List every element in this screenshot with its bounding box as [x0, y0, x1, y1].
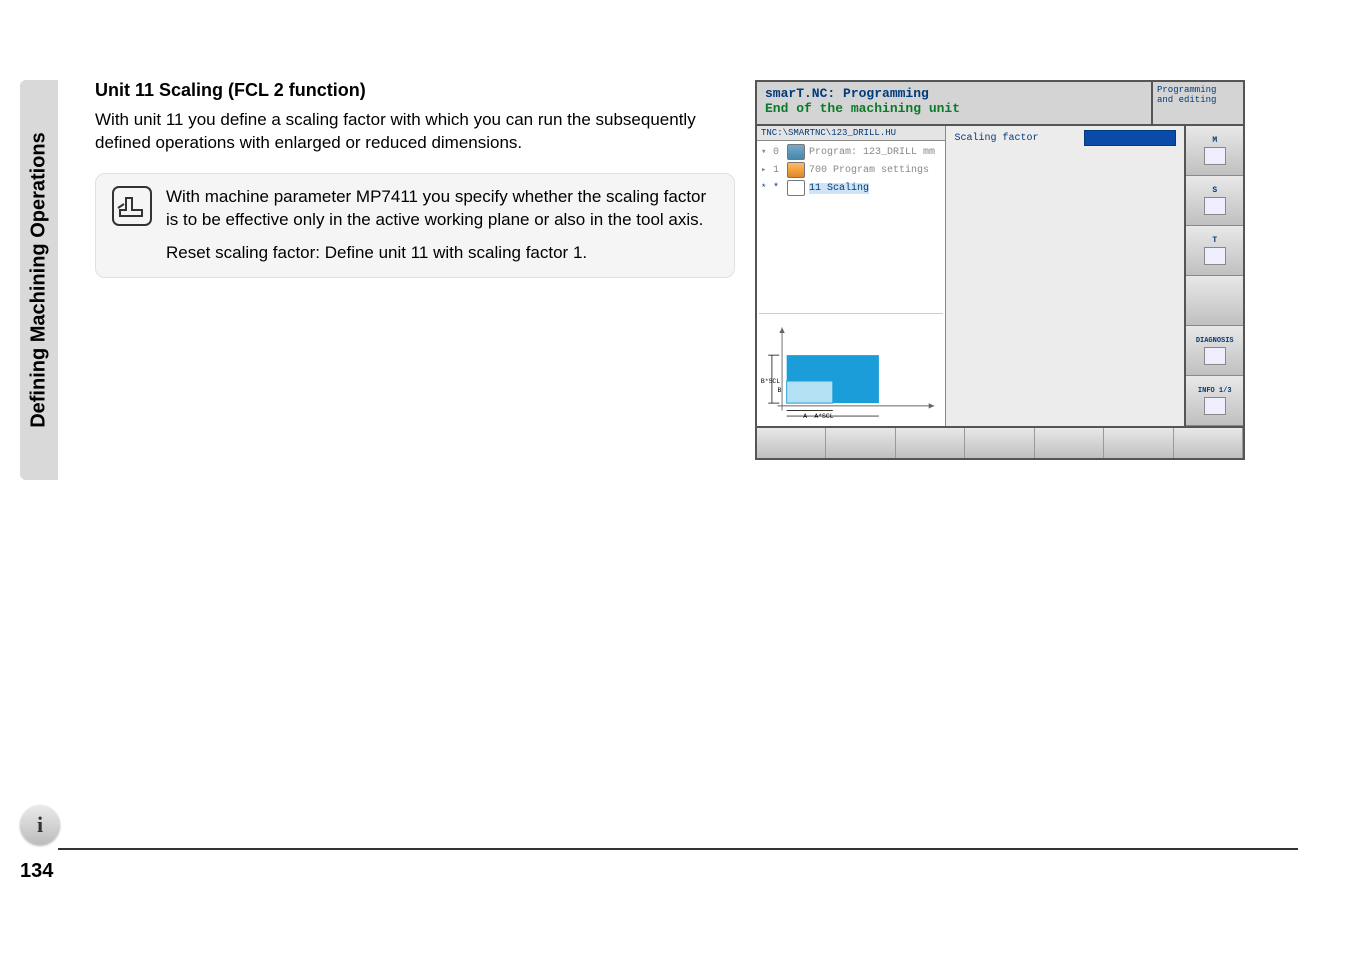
tree-idx: * [773, 183, 783, 194]
param-label: Scaling factor [954, 133, 1074, 144]
screen-footer-softkeys [757, 426, 1243, 458]
tree-marker-icon: * [761, 183, 769, 193]
s-icon [1204, 197, 1226, 215]
b-label: B [777, 387, 781, 394]
screen-param-panel: Scaling factor [946, 126, 1184, 426]
softkey-label: DIAGNOSIS [1196, 337, 1234, 345]
scaling-factor-input[interactable] [1084, 130, 1176, 146]
screen-softkey-column: M S T DIAGNOSIS INFO 1/3 [1184, 126, 1243, 426]
tree-row[interactable]: ▾ 0 Program: 123_DRILL mm [757, 143, 945, 161]
t-icon [1204, 247, 1226, 265]
ascl-label: A*SCL [814, 413, 833, 420]
scaling-icon [787, 180, 805, 196]
footer-softkey[interactable] [1104, 428, 1173, 458]
scaling-graphic: B*SCL B A A*SCL [759, 313, 943, 424]
footer-softkey[interactable] [965, 428, 1034, 458]
main-content: Unit 11 Scaling (FCL 2 function) With un… [95, 80, 735, 278]
softkey-label: S [1212, 186, 1217, 195]
softkey-m[interactable]: M [1186, 126, 1243, 176]
tree-idx: 0 [773, 147, 783, 158]
sidebar-tab: Defining Machining Operations [20, 80, 58, 480]
sidebar-title: Defining Machining Operations [28, 132, 51, 428]
footer-softkey[interactable] [896, 428, 965, 458]
m-icon [1204, 147, 1226, 165]
screen-path: TNC:\SMARTNC\123_DRILL.HU [757, 126, 945, 141]
diagnosis-icon [1204, 347, 1226, 365]
settings-icon [787, 162, 805, 178]
screen-mode-line2: and editing [1157, 96, 1239, 106]
footer-softkey[interactable] [1035, 428, 1104, 458]
softkey-s[interactable]: S [1186, 176, 1243, 226]
screen-title-line2: End of the machining unit [765, 101, 1143, 116]
softkey-label: INFO 1/3 [1198, 387, 1232, 395]
tree-label: 11 Scaling [809, 183, 869, 194]
tree-row[interactable]: * * 11 Scaling [757, 179, 945, 197]
tree-row[interactable]: ▸ 1 700 Program settings [757, 161, 945, 179]
tree-collapse-icon[interactable]: ▾ [761, 147, 769, 157]
screen-body: TNC:\SMARTNC\123_DRILL.HU ▾ 0 Program: 1… [757, 124, 1243, 426]
tree-idx: 1 [773, 165, 783, 176]
note-box: With machine parameter MP7411 you specif… [95, 173, 735, 278]
note-hand-icon [112, 186, 152, 226]
bscl-label: B*SCL [761, 378, 780, 385]
screen-mode: Programming and editing [1151, 82, 1243, 124]
screen-title-line1: smarT.NC: Programming [765, 86, 1143, 101]
program-tree: ▾ 0 Program: 123_DRILL mm ▸ 1 700 Progra… [757, 141, 945, 199]
tree-label: Program: 123_DRILL mm [809, 147, 935, 158]
info-icon [1204, 397, 1226, 415]
embedded-screenshot: smarT.NC: Programming End of the machini… [755, 80, 1245, 460]
info-bubble-icon: i [20, 805, 60, 845]
softkey-diagnosis[interactable]: DIAGNOSIS [1186, 326, 1243, 376]
footer-rule [58, 848, 1298, 850]
note-text: With machine parameter MP7411 you specif… [166, 186, 718, 265]
footer-softkey[interactable] [757, 428, 826, 458]
softkey-info[interactable]: INFO 1/3 [1186, 376, 1243, 426]
body-paragraph: With unit 11 you define a scaling factor… [95, 109, 735, 155]
softkey-label: T [1212, 236, 1217, 245]
softkey-label: M [1212, 136, 1217, 145]
screen-tree-panel: TNC:\SMARTNC\123_DRILL.HU ▾ 0 Program: 1… [757, 126, 946, 426]
softkey-t[interactable]: T [1186, 226, 1243, 276]
footer-softkey[interactable] [1174, 428, 1243, 458]
tree-marker-icon: ▸ [761, 165, 769, 175]
screen-headerbar: smarT.NC: Programming End of the machini… [757, 82, 1243, 124]
page-number: 134 [20, 860, 53, 883]
program-icon [787, 144, 805, 160]
softkey-blank[interactable] [1186, 276, 1243, 326]
footer-softkey[interactable] [826, 428, 895, 458]
section-heading: Unit 11 Scaling (FCL 2 function) [95, 80, 735, 101]
screen-title: smarT.NC: Programming End of the machini… [757, 82, 1151, 124]
note-p1: With machine parameter MP7411 you specif… [166, 186, 718, 232]
note-p2: Reset scaling factor: Define unit 11 wit… [166, 242, 718, 265]
param-row: Scaling factor [946, 126, 1184, 150]
tree-label: 700 Program settings [809, 165, 929, 176]
